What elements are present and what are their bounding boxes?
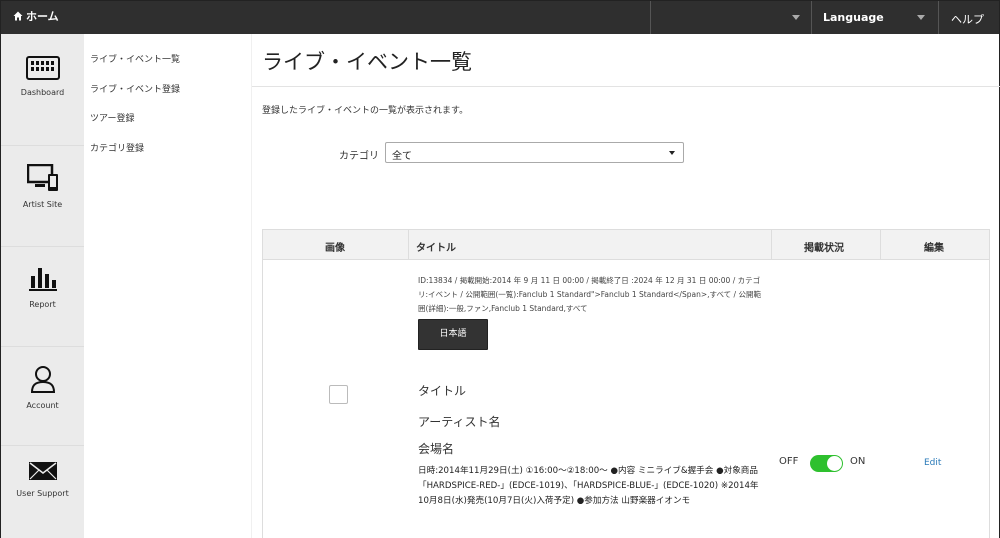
help-link[interactable]: ヘルプ	[951, 11, 984, 27]
page-title: ライブ・イベント一覧	[262, 50, 472, 74]
chevron-down-icon[interactable]	[792, 15, 800, 20]
nav-divider	[1, 346, 84, 347]
edit-link[interactable]: Edit	[924, 458, 941, 468]
home-label: ホーム	[26, 10, 59, 23]
page-description: 登録したライブ・イベントの一覧が表示されます。	[262, 106, 469, 116]
icon-sidebar: Dashboard Artist Site Report Account Use…	[1, 34, 84, 538]
envelope-icon	[28, 462, 57, 480]
language-japanese-button[interactable]: 日本語	[418, 319, 488, 350]
event-meta-info: ID:13834 / 掲載開始:2014 年 9 月 11 日 00:00 / …	[418, 276, 761, 313]
event-title: タイトル	[418, 384, 467, 398]
title-divider	[252, 86, 1000, 87]
header-edit: 編集	[924, 243, 944, 254]
toggle-on-label: ON	[850, 456, 866, 467]
topbar-divider	[938, 1, 939, 34]
nav-divider	[1, 246, 84, 247]
publish-toggle[interactable]	[810, 455, 843, 472]
table-row: ID:13834 / 掲載開始:2014 年 9 月 11 日 00:00 / …	[263, 260, 989, 538]
event-table: 画像 タイトル 掲載状況 編集 ID:13834 / 掲載開始:2014 年 9…	[262, 229, 990, 538]
toggle-knob	[827, 456, 842, 471]
category-select-value: 全て	[392, 151, 412, 162]
column-divider	[408, 230, 409, 260]
home-icon	[13, 11, 23, 21]
dashboard-icon	[25, 56, 60, 80]
image-checkbox[interactable]	[329, 385, 348, 404]
header-title: タイトル	[416, 243, 456, 254]
artist-name: アーティスト名	[418, 415, 501, 429]
subnav-item-tour-register[interactable]: ツアー登録	[90, 111, 134, 124]
user-icon	[30, 366, 55, 393]
venue-name: 会場名	[418, 442, 455, 456]
nav-user-support-label: User Support	[16, 489, 69, 498]
column-divider	[771, 230, 772, 260]
nav-artist-site-label: Artist Site	[22, 200, 63, 209]
monitor-icon	[26, 164, 58, 191]
nav-account[interactable]: Account	[1, 365, 84, 410]
nav-divider	[1, 145, 84, 146]
language-selector[interactable]: Language	[823, 11, 884, 24]
nav-dashboard[interactable]: Dashboard	[1, 56, 84, 97]
header-status: 掲載状況	[804, 243, 844, 254]
subnav-item-category-register[interactable]: カテゴリ登録	[90, 141, 144, 154]
nav-report-label: Report	[29, 300, 56, 309]
topbar-divider	[811, 1, 812, 34]
nav-account-label: Account	[26, 401, 59, 410]
nav-user-support[interactable]: User Support	[1, 461, 84, 498]
event-detail: 日時:2014年11月29日(土) ①16:00～②18:00～ ●内容 ミニラ…	[418, 466, 759, 506]
header-image: 画像	[325, 243, 345, 254]
toggle-off-label: OFF	[779, 456, 799, 467]
bar-chart-icon	[28, 268, 57, 291]
subnav-item-event-list[interactable]: ライブ・イベント一覧	[90, 52, 180, 65]
nav-dashboard-label: Dashboard	[20, 88, 65, 97]
category-label: カテゴリ	[339, 151, 379, 162]
table-header: 画像 タイトル 掲載状況 編集	[263, 230, 989, 260]
top-bar: ホーム Language ヘルプ	[1, 1, 999, 34]
sub-navigation: ライブ・イベント一覧 ライブ・イベント登録 ツアー登録 カテゴリ登録	[84, 34, 251, 538]
topbar-divider	[650, 1, 651, 34]
main-content: ライブ・イベント一覧 登録したライブ・イベントの一覧が表示されます。 カテゴリ …	[251, 34, 1000, 538]
subnav-item-event-register[interactable]: ライブ・イベント登録	[90, 82, 180, 95]
nav-divider	[1, 445, 84, 446]
home-link[interactable]: ホーム	[13, 8, 59, 24]
nav-artist-site[interactable]: Artist Site	[1, 164, 84, 209]
chevron-down-icon[interactable]	[917, 15, 925, 20]
chevron-down-icon	[669, 151, 675, 155]
category-select[interactable]: 全て	[385, 142, 684, 163]
column-divider	[880, 230, 881, 260]
nav-report[interactable]: Report	[1, 266, 84, 309]
